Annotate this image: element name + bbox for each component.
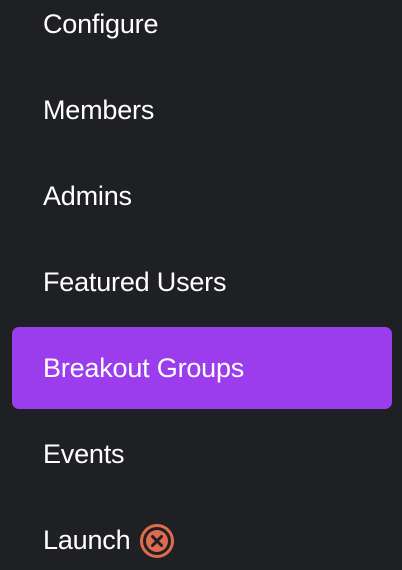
nav-item-label: Admins <box>43 180 132 211</box>
nav-item-label: Members <box>43 94 155 125</box>
nav-item-configure[interactable]: Configure <box>12 0 392 65</box>
nav-item-breakout-groups[interactable]: Breakout Groups <box>12 327 392 409</box>
nav-item-events[interactable]: Events <box>12 413 392 495</box>
nav-item-label: Events <box>43 438 125 469</box>
nav-item-label: Featured Users <box>43 266 227 297</box>
sidebar-nav: Configure Members Admins Featured Users … <box>0 0 402 570</box>
nav-item-admins[interactable]: Admins <box>12 155 392 237</box>
nav-item-label: Configure <box>43 8 159 39</box>
nav-item-launch[interactable]: Launch <box>12 499 392 570</box>
nav-item-members[interactable]: Members <box>12 69 392 151</box>
nav-item-label: Launch <box>43 524 131 555</box>
nav-item-featured-users[interactable]: Featured Users <box>12 241 392 323</box>
close-circle-icon <box>139 523 175 559</box>
nav-item-label: Breakout Groups <box>43 352 245 383</box>
